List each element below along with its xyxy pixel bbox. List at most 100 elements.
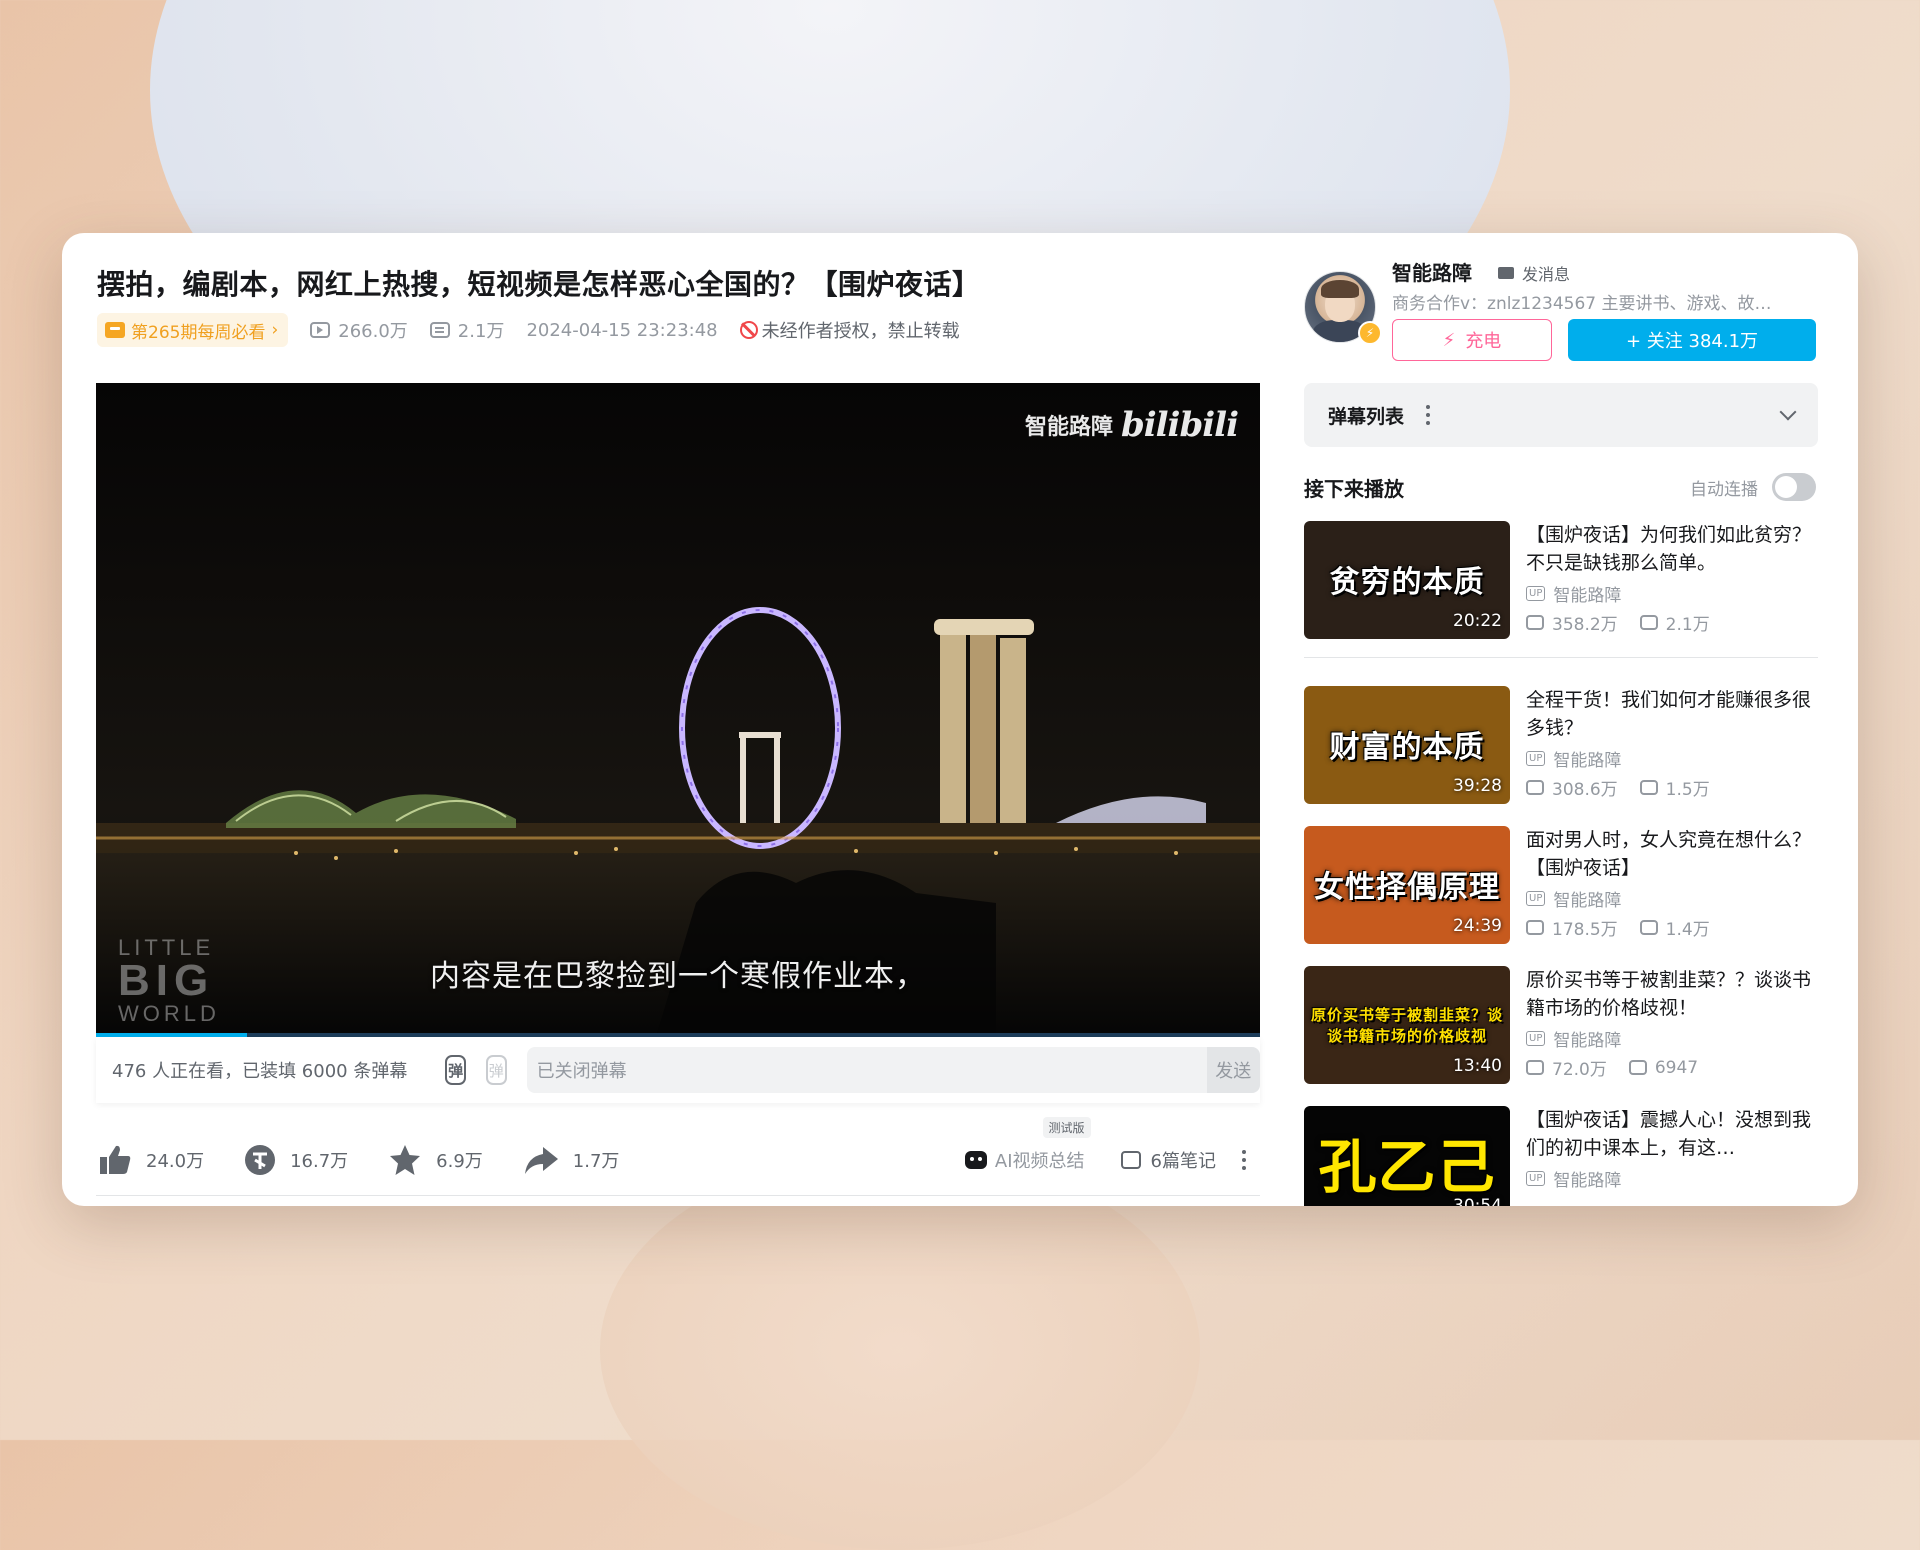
viewer-count: 476 人正在看，已装填 6000 条弹幕 — [112, 1061, 408, 1082]
coin-button[interactable]: 16.7万 — [244, 1144, 348, 1176]
danmaku-toggle-button[interactable]: 弹 — [445, 1055, 466, 1085]
recommended-stats: 358.2万 2.1万 — [1526, 610, 1818, 635]
recommended-title[interactable]: 面对男人时，女人究竟在想什么？【围炉夜话】 — [1526, 826, 1818, 882]
recommended-uploader[interactable]: UP 智能路障 — [1526, 746, 1818, 771]
recommended-uploader[interactable]: UP 智能路障 — [1526, 1026, 1818, 1051]
danmaku-list-panel[interactable]: 弹幕列表 — [1304, 383, 1818, 447]
right-sidebar: ⚡ 智能路障 发消息 商务合作v：znlz1234567 主要讲书、游戏、故… … — [1304, 233, 1824, 1206]
view-count-value: 266.0万 — [338, 321, 408, 342]
notes-label: 6篇笔记 — [1150, 1151, 1216, 1172]
uploader-name-text: 智能路障 — [1553, 891, 1622, 911]
weekly-badge[interactable]: 第265期每周必看 › — [97, 313, 289, 347]
up-badge-icon: UP — [1526, 751, 1546, 766]
coin-icon — [245, 1145, 276, 1175]
send-button[interactable]: 发送 — [1206, 1047, 1261, 1093]
video-title: 摆拍，编剧本，网红上热搜，短视频是怎样恶心全国的？【围炉夜话】 — [97, 268, 981, 301]
video-player[interactable]: 智能路障 bilibili LITTLE BIG WORLD 内容是在巴黎捡到一… — [96, 383, 1260, 1037]
background-disc-lower — [600, 1150, 1200, 1550]
recommendation-list: 贫穷的本质 20:22 【围炉夜话】为何我们如此贫穷？不只是缺钱那么简单。 UP 智能路… — [1304, 521, 1818, 1206]
autoplay-control: 自动连播 — [1690, 473, 1816, 501]
uploader-name[interactable]: 智能路障 — [1392, 257, 1472, 286]
video-duration: 39:28 — [1453, 776, 1502, 796]
like-button[interactable]: 24.0万 — [98, 1144, 204, 1176]
copyright-notice: 未经作者授权，禁止转载 — [739, 317, 960, 343]
charge-label: 充电 — [1465, 331, 1502, 352]
kebab-menu-icon[interactable] — [1426, 405, 1431, 425]
share-button[interactable]: 1.7万 — [523, 1145, 619, 1175]
recommended-video[interactable]: 孔乙己 30:54 【围炉夜话】震撼人心！没想到我们的初中课本上，有这… UP 智能路障 — [1304, 1106, 1818, 1206]
recommended-stats: 72.0万 6947 — [1526, 1055, 1818, 1080]
video-info: 面对男人时，女人究竟在想什么？【围炉夜话】 UP 智能路障 178.5万 1.4万 — [1526, 826, 1818, 940]
video-thumbnail[interactable]: 原价买书等于被割韭菜？谈谈书籍市场的价格歧视 13:40 — [1304, 966, 1510, 1084]
player-watermark: 智能路障 bilibili — [1024, 405, 1239, 445]
weekly-badge-label: 第265期每周必看 — [131, 322, 266, 343]
play-count-icon — [310, 322, 331, 338]
favorite-button[interactable]: 6.9万 — [388, 1144, 483, 1176]
ai-summary-label: AI视频总结 — [994, 1151, 1085, 1172]
action-bar: 24.0万 16.7万 6.9万 1.7万 AI视频总结 测试版 6篇笔记 — [96, 1117, 1260, 1196]
video-thumbnail[interactable]: 孔乙己 30:54 — [1304, 1106, 1510, 1206]
next-up-header: 接下来播放 — [1304, 477, 1404, 501]
more-options-icon[interactable] — [1242, 1150, 1246, 1170]
up-badge-icon: UP — [1526, 1031, 1546, 1046]
danmaku-settings-button[interactable]: 弹 — [485, 1055, 507, 1085]
recommended-uploader[interactable]: UP 智能路障 — [1526, 581, 1818, 606]
video-meta: 第265期每周必看 › 266.0万 2.1万 2024-04-15 23:23… — [97, 313, 960, 347]
browser-window: 摆拍，编剧本，网红上热搜，短视频是怎样恶心全国的？【围炉夜话】 第265期每周必… — [62, 233, 1858, 1206]
up-badge-icon: UP — [1526, 586, 1546, 601]
video-thumbnail[interactable]: 女性择偶原理 24:39 — [1304, 826, 1510, 944]
notes-button[interactable]: 6篇笔记 — [1120, 1147, 1216, 1173]
autoplay-toggle[interactable] — [1772, 473, 1816, 501]
robot-icon — [964, 1151, 987, 1169]
danmaku-count-icon — [1639, 615, 1658, 630]
chevron-down-icon[interactable] — [1779, 403, 1797, 421]
favorite-count: 6.9万 — [436, 1151, 483, 1172]
recommended-video[interactable]: 财富的本质 39:28 全程干货！我们如何才能赚很多很多钱？ UP 智能路障 308.6万… — [1304, 686, 1818, 804]
follow-button[interactable]: + 关注 384.1万 — [1568, 319, 1816, 361]
charge-button[interactable]: ⚡ 充电 — [1392, 319, 1552, 361]
danmaku-count-text: 1.5万 — [1665, 780, 1710, 800]
video-info: 全程干货！我们如何才能赚很多很多钱？ UP 智能路障 308.6万 1.5万 — [1526, 686, 1818, 800]
uploader-name-text: 智能路障 — [1553, 751, 1622, 771]
uploader-name-text: 智能路障 — [1553, 1171, 1622, 1191]
bilibili-logo: bilibili — [1120, 405, 1239, 445]
danmaku-count-icon — [1639, 780, 1658, 795]
video-thumbnail[interactable]: 贫穷的本质 20:22 — [1304, 521, 1510, 639]
watermark-name: 智能路障 — [1024, 415, 1113, 440]
envelope-icon — [1498, 267, 1514, 279]
view-count: 266.0万 — [310, 317, 408, 343]
logo-line-3: WORLD — [118, 1001, 220, 1026]
recommended-title[interactable]: 全程干货！我们如何才能赚很多很多钱？ — [1526, 686, 1818, 742]
danmaku-list-label: 弹幕列表 — [1328, 405, 1405, 428]
thumbnail-text: 孔乙己 — [1318, 1133, 1496, 1201]
danmaku-count-text: 2.1万 — [1665, 615, 1710, 635]
danmaku-input[interactable]: 已关闭弹幕 — [526, 1047, 1207, 1093]
play-count-icon — [1526, 780, 1544, 795]
recommended-stats: 308.6万 1.5万 — [1526, 775, 1818, 800]
like-icon — [100, 1145, 131, 1174]
video-info: 【围炉夜话】震撼人心！没想到我们的初中课本上，有这… UP 智能路障 — [1526, 1106, 1818, 1191]
lightning-badge-icon: ⚡ — [1358, 321, 1382, 345]
video-frame — [96, 383, 1260, 1037]
send-message-link[interactable]: 发消息 — [1498, 261, 1570, 285]
recommended-video[interactable]: 女性择偶原理 24:39 面对男人时，女人究竟在想什么？【围炉夜话】 UP 智能路障 17… — [1304, 826, 1818, 944]
danmaku-count-text: 1.4万 — [1665, 920, 1710, 940]
ai-summary-button[interactable]: AI视频总结 测试版 — [964, 1117, 1091, 1173]
video-info: 【围炉夜话】为何我们如此贫穷？不只是缺钱那么简单。 UP 智能路障 358.2万 2.1… — [1526, 521, 1818, 635]
danmaku-count-value: 2.1万 — [457, 321, 505, 342]
video-thumbnail[interactable]: 财富的本质 39:28 — [1304, 686, 1510, 804]
recommended-title[interactable]: 原价买书等于被割韭菜？？谈谈书籍市场的价格歧视！ — [1526, 966, 1818, 1022]
copyright-text: 未经作者授权，禁止转载 — [761, 321, 960, 342]
thumbnail-text: 财富的本质 — [1329, 730, 1485, 765]
uploader-description: 商务合作v：znlz1234567 主要讲书、游戏、故… — [1392, 294, 1772, 314]
recommended-uploader[interactable]: UP 智能路障 — [1526, 886, 1818, 911]
video-info: 原价买书等于被割韭菜？？谈谈书籍市场的价格歧视！ UP 智能路障 72.0万 6947 — [1526, 966, 1818, 1080]
recommended-title[interactable]: 【围炉夜话】为何我们如此贫穷？不只是缺钱那么简单。 — [1526, 521, 1818, 577]
chevron-right-icon: › — [271, 320, 279, 340]
recommended-stats: 178.5万 1.4万 — [1526, 915, 1818, 940]
recommended-video[interactable]: 原价买书等于被割韭菜？谈谈书籍市场的价格歧视 13:40 原价买书等于被割韭菜？？谈… — [1304, 966, 1818, 1084]
video-subtitle: 内容是在巴黎捡到一个寒假作业本， — [430, 959, 926, 994]
recommended-video[interactable]: 贫穷的本质 20:22 【围炉夜话】为何我们如此贫穷？不只是缺钱那么简单。 UP 智能路… — [1304, 521, 1818, 658]
recommended-title[interactable]: 【围炉夜话】震撼人心！没想到我们的初中课本上，有这… — [1526, 1106, 1818, 1162]
recommended-uploader[interactable]: UP 智能路障 — [1526, 1166, 1818, 1191]
